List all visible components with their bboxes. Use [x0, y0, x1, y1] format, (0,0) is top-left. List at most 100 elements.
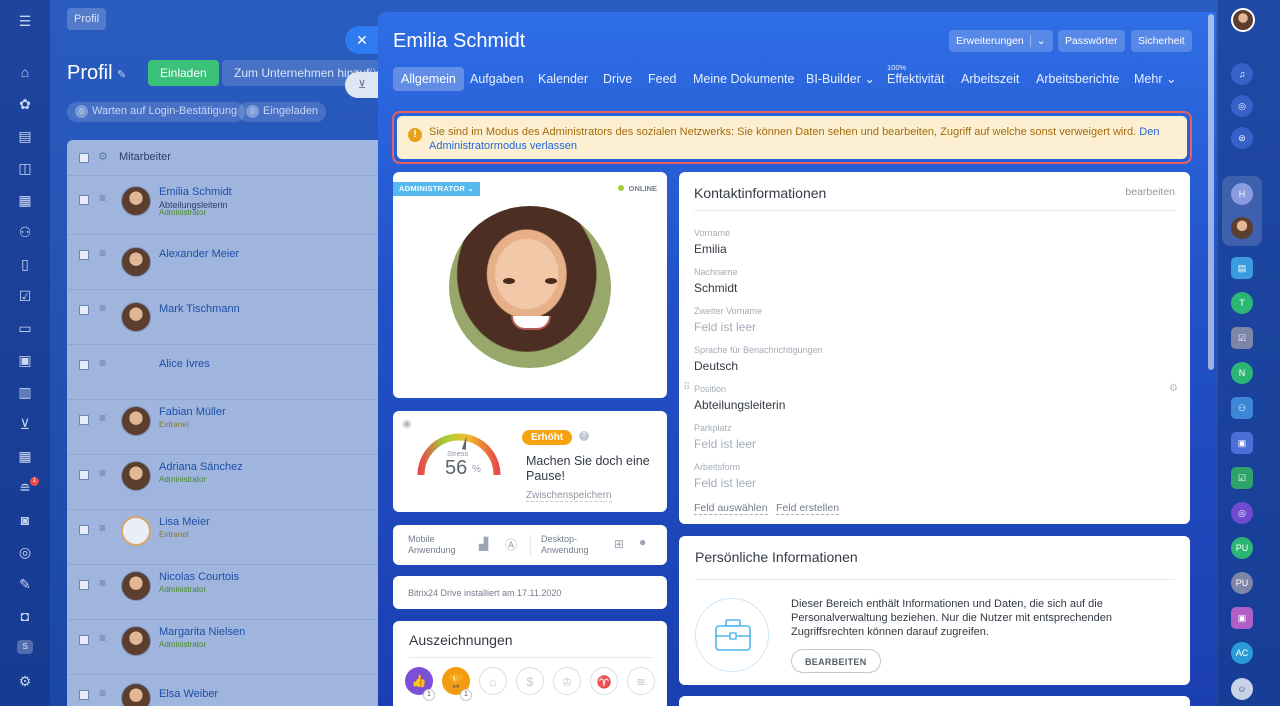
chat-private-icon[interactable]: ▣: [1231, 607, 1253, 629]
save-stress-link[interactable]: Zwischenspeichern: [526, 490, 612, 502]
booking-icon[interactable]: ▦: [16, 447, 34, 465]
minimize-slider-button[interactable]: ⊻: [345, 72, 379, 98]
chat-check-icon[interactable]: ☑: [1231, 467, 1253, 489]
employee-name[interactable]: Alexander Meier: [159, 248, 239, 260]
chat-task-icon[interactable]: ☑: [1231, 327, 1253, 349]
table-row[interactable]: ≡ Fabian Müller Extranet: [67, 400, 387, 455]
android-icon[interactable]: ▟: [479, 537, 488, 551]
chat-avatar[interactable]: N: [1231, 362, 1253, 384]
store-icon[interactable]: ◘: [16, 607, 34, 625]
field-work-form[interactable]: Feld ist leer: [694, 476, 756, 490]
home-icon[interactable]: ⌂: [16, 63, 34, 81]
users-icon[interactable]: ⚇: [16, 223, 34, 241]
eye-icon[interactable]: ◉: [402, 417, 412, 430]
cocktail-award-icon[interactable]: ♈: [590, 667, 618, 695]
tab-aufgaben[interactable]: Aufgaben: [470, 67, 524, 91]
select-all-checkbox[interactable]: [79, 153, 89, 163]
settings-icon[interactable]: ⚙: [16, 672, 34, 690]
tab-drive[interactable]: Drive: [603, 67, 632, 91]
employee-name[interactable]: Lisa Meier: [159, 516, 210, 528]
row-checkbox[interactable]: [79, 195, 89, 205]
table-row[interactable]: ≡ Margarita Nielsen Administrator: [67, 620, 387, 675]
employee-name[interactable]: Emilia Schmidt: [159, 186, 232, 198]
gift-award-icon[interactable]: ⌂: [479, 667, 507, 695]
apple-icon[interactable]: ●: [639, 535, 646, 549]
slider-scrollbar[interactable]: [1208, 14, 1214, 370]
employee-name[interactable]: Nicolas Courtois: [159, 571, 239, 583]
table-row[interactable]: ≡ Mark Tischmann: [67, 290, 387, 345]
row-menu-icon[interactable]: ≡: [99, 466, 106, 480]
waiting-login-chip[interactable]: 0 Warten auf Login-Bestätigung: [67, 102, 246, 122]
activity-icon[interactable]: ◎: [1231, 95, 1253, 117]
tab-effektivitaet[interactable]: 100% Effektivität: [887, 63, 944, 91]
row-menu-icon[interactable]: ≡: [99, 576, 106, 590]
search-chat-icon[interactable]: ⊜: [1231, 127, 1253, 149]
row-menu-icon[interactable]: ≡: [99, 631, 106, 645]
chat-avatar[interactable]: PU: [1231, 572, 1253, 594]
tab-arbeitszeit[interactable]: Arbeitszeit: [961, 67, 1019, 91]
close-slider-button[interactable]: ✕: [345, 26, 379, 54]
row-checkbox[interactable]: [79, 635, 89, 645]
edit-pencil-icon[interactable]: ✎: [117, 68, 126, 81]
target-icon[interactable]: ◎: [16, 543, 34, 561]
gear-icon[interactable]: ⚙: [98, 150, 108, 163]
chat-avatar[interactable]: PU: [1231, 537, 1253, 559]
table-row[interactable]: ≡ Lisa Meier Extranet: [67, 510, 387, 565]
field-settings-gear-icon[interactable]: ⚙: [1169, 383, 1178, 394]
tab-mehr[interactable]: Mehr ⌄: [1134, 67, 1176, 91]
chat-lock-icon[interactable]: ▣: [1231, 432, 1253, 454]
invite-button[interactable]: Einladen: [148, 60, 219, 86]
passwords-button[interactable]: Passwörter: [1058, 30, 1125, 52]
tab-meine-dokumente[interactable]: Meine Dokumente: [693, 67, 794, 91]
tab-feed[interactable]: Feed: [648, 67, 677, 91]
employee-name[interactable]: Margarita Nielsen: [159, 626, 245, 638]
employee-name[interactable]: Alice Ivres: [159, 358, 210, 370]
row-menu-icon[interactable]: ≡: [99, 411, 106, 425]
sidebar-letter-badge[interactable]: S: [17, 640, 33, 654]
crm-icon[interactable]: ▭: [16, 319, 34, 337]
row-checkbox[interactable]: [79, 525, 89, 535]
create-field-link[interactable]: Feld erstellen: [776, 502, 840, 515]
tab-kalender[interactable]: Kalender: [538, 67, 588, 91]
row-menu-icon[interactable]: ≡: [99, 191, 106, 205]
table-row[interactable]: ≡ Nicolas Courtois Administrator: [67, 565, 387, 620]
invited-chip[interactable]: 0 Eingeladen: [238, 102, 327, 122]
chat-group-icon[interactable]: ▤: [1231, 257, 1253, 279]
tab-allgemein[interactable]: Allgemein: [393, 67, 464, 91]
chat-avatar[interactable]: H: [1231, 183, 1253, 205]
administrator-badge[interactable]: ADMINISTRATOR ⌄: [393, 182, 481, 196]
puzzle-icon[interactable]: ✿: [16, 95, 34, 113]
chat-avatar-person[interactable]: ☺: [1231, 678, 1253, 700]
drag-handle-icon[interactable]: ⠿: [683, 382, 690, 393]
tab-arbeitsberichte[interactable]: Arbeitsberichte: [1036, 67, 1119, 91]
row-menu-icon[interactable]: ≡: [99, 246, 106, 260]
table-row[interactable]: ≡ Alice Ivres: [67, 345, 387, 400]
appstore-icon[interactable]: Ⓐ: [505, 536, 517, 553]
menu-icon[interactable]: ☰: [16, 12, 34, 30]
row-menu-icon[interactable]: ≡: [99, 686, 106, 700]
chat-avatar[interactable]: T: [1231, 292, 1253, 314]
chat-target-icon[interactable]: ◎: [1231, 502, 1253, 524]
table-row[interactable]: ≡ Alexander Meier: [67, 235, 387, 290]
row-checkbox[interactable]: [79, 360, 89, 370]
field-parking[interactable]: Feld ist leer: [694, 437, 756, 451]
help-icon[interactable]: ?: [579, 431, 589, 441]
row-checkbox[interactable]: [79, 580, 89, 590]
row-checkbox[interactable]: [79, 690, 89, 700]
cake-award-icon[interactable]: ≋: [627, 667, 655, 695]
field-language[interactable]: Deutsch: [694, 359, 738, 373]
chat-avatar[interactable]: AC: [1231, 642, 1253, 664]
user-avatar[interactable]: [1231, 8, 1255, 32]
employee-name[interactable]: Fabian Müller: [159, 406, 226, 418]
table-row[interactable]: ≡ Elsa Weiber: [67, 675, 387, 706]
select-field-link[interactable]: Feld auswählen: [694, 502, 768, 515]
tab-bi-builder[interactable]: BI-Builder ⌄: [806, 67, 875, 91]
tasks-icon[interactable]: ☑: [16, 287, 34, 305]
chat-icon[interactable]: ◫: [16, 159, 34, 177]
row-checkbox[interactable]: [79, 305, 89, 315]
table-row[interactable]: ≡ Emilia Schmidt Abteilungsleiterin Admi…: [67, 180, 387, 235]
cart-icon[interactable]: ⊻: [16, 415, 34, 433]
bell-icon[interactable]: ♫: [1231, 63, 1253, 85]
feed-icon[interactable]: ▤: [16, 127, 34, 145]
table-row[interactable]: ≡ Adriana Sánchez Administrator: [67, 455, 387, 510]
